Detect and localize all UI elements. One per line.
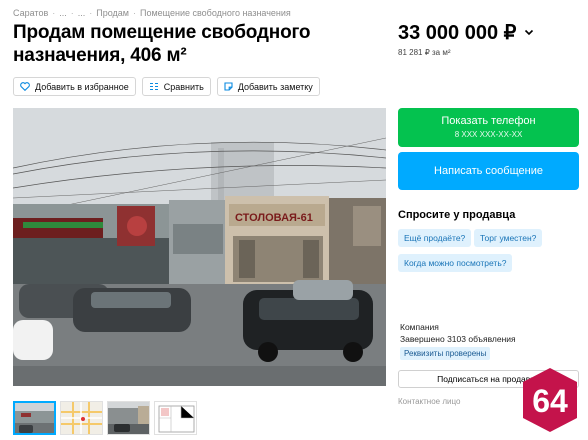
- breadcrumb-item-category[interactable]: Помещение свободного назначения: [140, 8, 291, 18]
- listing-actions: Добавить в избранное Сравнить Добавить з…: [13, 77, 320, 96]
- verified-badge: Реквизиты проверены: [400, 347, 491, 360]
- chevron-down-icon[interactable]: [524, 29, 534, 36]
- add-note-label: Добавить заметку: [237, 81, 313, 92]
- compare-button[interactable]: Сравнить: [141, 77, 211, 96]
- show-phone-label: Показать телефон: [441, 115, 536, 127]
- breadcrumb-item-city[interactable]: Саратов: [13, 8, 48, 18]
- thumbnail[interactable]: [60, 401, 103, 435]
- breadcrumb: Саратов ·... ·... · Продам · Помещение свободн…: [13, 8, 291, 18]
- heart-icon: [20, 82, 30, 91]
- write-message-button[interactable]: Написать сообщение: [398, 152, 579, 190]
- thumbnail[interactable]: [13, 401, 56, 435]
- ask-chip-bargain[interactable]: Торг уместен?: [474, 229, 543, 247]
- add-to-favorites-label: Добавить в избранное: [35, 81, 129, 92]
- breadcrumb-separator: ·: [89, 8, 93, 18]
- photo-street-scene: СТОЛОВАЯ-61: [13, 108, 386, 386]
- breadcrumb-separator: ·: [70, 8, 74, 18]
- add-to-favorites-button[interactable]: Добавить в избранное: [13, 77, 136, 96]
- note-icon: [224, 82, 233, 91]
- add-note-button[interactable]: Добавить заметку: [216, 77, 320, 96]
- seller-completed-count[interactable]: Завершено 3103 объявления: [400, 334, 516, 344]
- compare-icon: [149, 82, 158, 91]
- breadcrumb-item-3[interactable]: ...: [78, 8, 86, 18]
- ask-chip-still-selling[interactable]: Ещё продаёте?: [398, 229, 472, 247]
- seller-type: Компания: [400, 322, 439, 332]
- thumbnail[interactable]: [107, 401, 150, 435]
- ask-chip-when-view[interactable]: Когда можно посмотреть?: [398, 254, 513, 272]
- breadcrumb-item-sell[interactable]: Продам: [96, 8, 129, 18]
- breadcrumb-item-2[interactable]: ...: [59, 8, 67, 18]
- thumbnail[interactable]: [154, 401, 197, 435]
- site-logo-64: 64: [523, 368, 577, 432]
- photo-sign-text: СТОЛОВАЯ-61: [235, 212, 313, 224]
- price-per-m2: 81 281 ₽ за м²: [398, 48, 451, 57]
- ask-seller-title: Спросите у продавца: [398, 209, 516, 221]
- breadcrumb-separator: ·: [133, 8, 136, 18]
- contact-person-label: Контактное лицо: [398, 397, 461, 406]
- show-phone-button[interactable]: Показать телефон 8 XXX XXX-XX-XX: [398, 108, 579, 147]
- price-value: 33 000 000 ₽: [398, 22, 517, 44]
- breadcrumb-separator: ·: [52, 8, 56, 18]
- price[interactable]: 33 000 000 ₽: [398, 20, 534, 45]
- page-title: Продам помещение свободного назначения, …: [13, 22, 311, 66]
- thumbnail-strip: [13, 401, 197, 435]
- compare-label: Сравнить: [163, 81, 204, 92]
- main-photo[interactable]: СТОЛОВАЯ-61: [13, 108, 386, 386]
- logo-text: 64: [532, 383, 568, 419]
- phone-mask: 8 XXX XXX-XX-XX: [454, 130, 523, 139]
